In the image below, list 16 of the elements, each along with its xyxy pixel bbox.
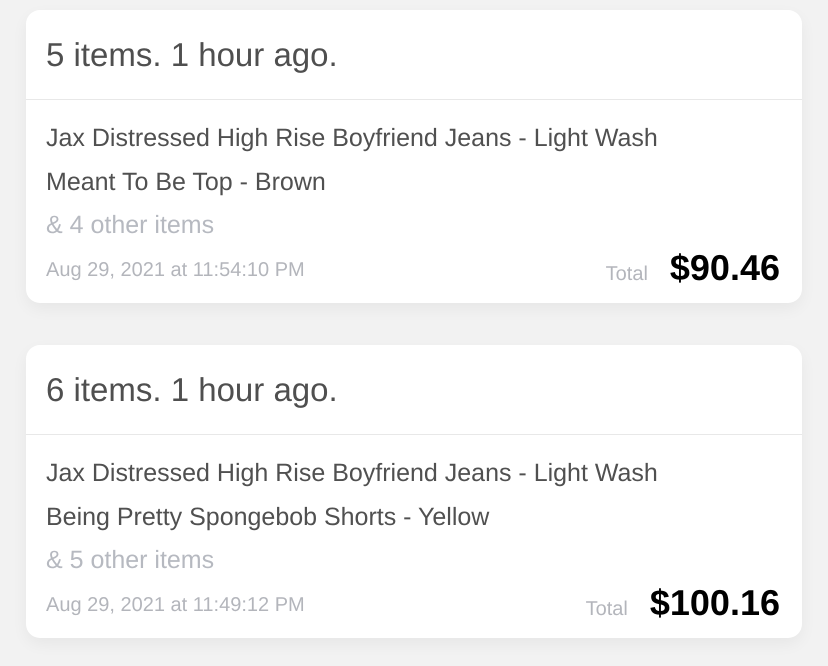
order-card[interactable]: 6 items. 1 hour ago. Jax Distressed High Rise Boyfriend Jeans - Light Wash Being Pretty Spongebob Shorts - Yellow & 5 other items Aug 29, 2021 at 11:49:12 PM Total $100.16: [26, 345, 802, 638]
item-name: Being Pretty Spongebob Shorts - Yellow: [46, 502, 490, 533]
item-name: Jax Distressed High Rise Boyfriend Jeans - Light Wash: [46, 123, 658, 154]
other-items-count: & 5 other items: [46, 545, 214, 576]
item-name: Jax Distressed High Rise Boyfriend Jeans - Light Wash: [46, 458, 658, 489]
total-price: $90.46: [670, 250, 780, 286]
order-title: 5 items. 1 hour ago.: [46, 38, 338, 71]
total-price: $100.16: [650, 585, 780, 621]
total-label: Total: [586, 597, 628, 622]
order-card[interactable]: 5 items. 1 hour ago. Jax Distressed High Rise Boyfriend Jeans - Light Wash Meant To Be Top - Brown & 4 other items Aug 29, 2021 at 11:54:10 PM Total $90.46: [26, 10, 802, 303]
item-name: Meant To Be Top - Brown: [46, 167, 326, 198]
order-title: 6 items. 1 hour ago.: [46, 373, 338, 406]
total-label: Total: [606, 262, 648, 287]
other-items-count: & 4 other items: [46, 210, 214, 241]
order-date: Aug 29, 2021 at 11:54:10 PM: [46, 258, 305, 282]
order-date: Aug 29, 2021 at 11:49:12 PM: [46, 592, 305, 618]
